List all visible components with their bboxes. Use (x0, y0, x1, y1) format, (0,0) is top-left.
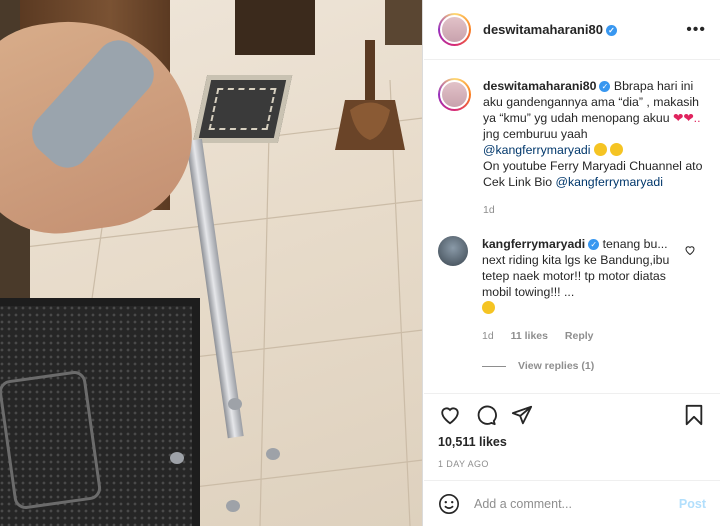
heart-emoji: ❤❤.. (673, 111, 701, 125)
view-replies-button[interactable]: View replies (1) (482, 360, 720, 372)
emoji-icon (593, 143, 607, 156)
emoji-icon (610, 143, 624, 156)
post-photo[interactable] (0, 0, 423, 526)
action-bar (424, 393, 720, 435)
caption-time: 1d (483, 204, 495, 216)
comment-body: kangferrymaryadi ✓ tenang bu... next ridi… (482, 236, 687, 344)
comment-time: 1d (482, 330, 494, 342)
cane-foot (266, 448, 280, 460)
verified-badge-icon: ✓ (599, 81, 611, 92)
verified-badge-icon: ✓ (588, 239, 600, 250)
bookmark-icon[interactable] (682, 403, 706, 427)
comment-icon[interactable] (474, 403, 498, 427)
post-sidebar: deswitamaharani80 ✓ ••• deswitamaharani80… (424, 0, 720, 526)
verified-badge-icon: ✓ (605, 25, 617, 36)
avatar[interactable] (438, 13, 471, 46)
mention-link[interactable]: @kangferrymaryadi (483, 143, 590, 157)
shelf (385, 0, 422, 45)
post-date: 1 DAY AGO (438, 459, 489, 469)
carved-stand (335, 40, 405, 150)
rug (192, 75, 293, 143)
caption-body: deswitamaharani80 ✓ Bbrapa hari ini aku g… (483, 78, 706, 218)
comment-username[interactable]: kangferrymaryadi (482, 237, 585, 251)
post-header: deswitamaharani80 ✓ ••• (424, 0, 720, 60)
caption-avatar[interactable] (438, 78, 471, 111)
cabinet (235, 0, 315, 55)
comment-likes[interactable]: 11 likes (511, 330, 548, 342)
more-options-icon[interactable]: ••• (686, 21, 706, 39)
caption-text-2: jng cemburuu yaah (483, 127, 588, 141)
likes-count[interactable]: 10,511 likes (438, 435, 507, 449)
post-button[interactable]: Post (679, 497, 706, 511)
emoji-icon[interactable] (438, 493, 460, 515)
comment-meta: 1d 11 likes Reply (482, 328, 687, 344)
cane-foot (228, 398, 242, 410)
reply-button[interactable]: Reply (565, 330, 594, 342)
add-comment-bar: Post (424, 480, 720, 526)
comment-heart-icon[interactable] (684, 244, 696, 256)
cane-foot (170, 452, 184, 464)
header-username[interactable]: deswitamaharani80 ✓ (483, 22, 617, 37)
emoji-icon (482, 301, 495, 314)
comment-avatar[interactable] (438, 236, 468, 266)
divider (482, 365, 506, 367)
view-replies-label: View replies (1) (518, 360, 595, 372)
mention-link[interactable]: @kangferrymaryadi (555, 175, 662, 189)
cane-foot (226, 500, 240, 512)
share-icon[interactable] (510, 403, 534, 427)
post-caption: deswitamaharani80 ✓ Bbrapa hari ini aku g… (424, 60, 720, 218)
mat-logo (0, 369, 103, 511)
comment: kangferrymaryadi ✓ tenang bu... next ridi… (424, 218, 720, 344)
comment-input[interactable] (474, 496, 664, 511)
caption-username[interactable]: deswitamaharani80 (483, 79, 596, 93)
heart-icon[interactable] (438, 403, 462, 427)
